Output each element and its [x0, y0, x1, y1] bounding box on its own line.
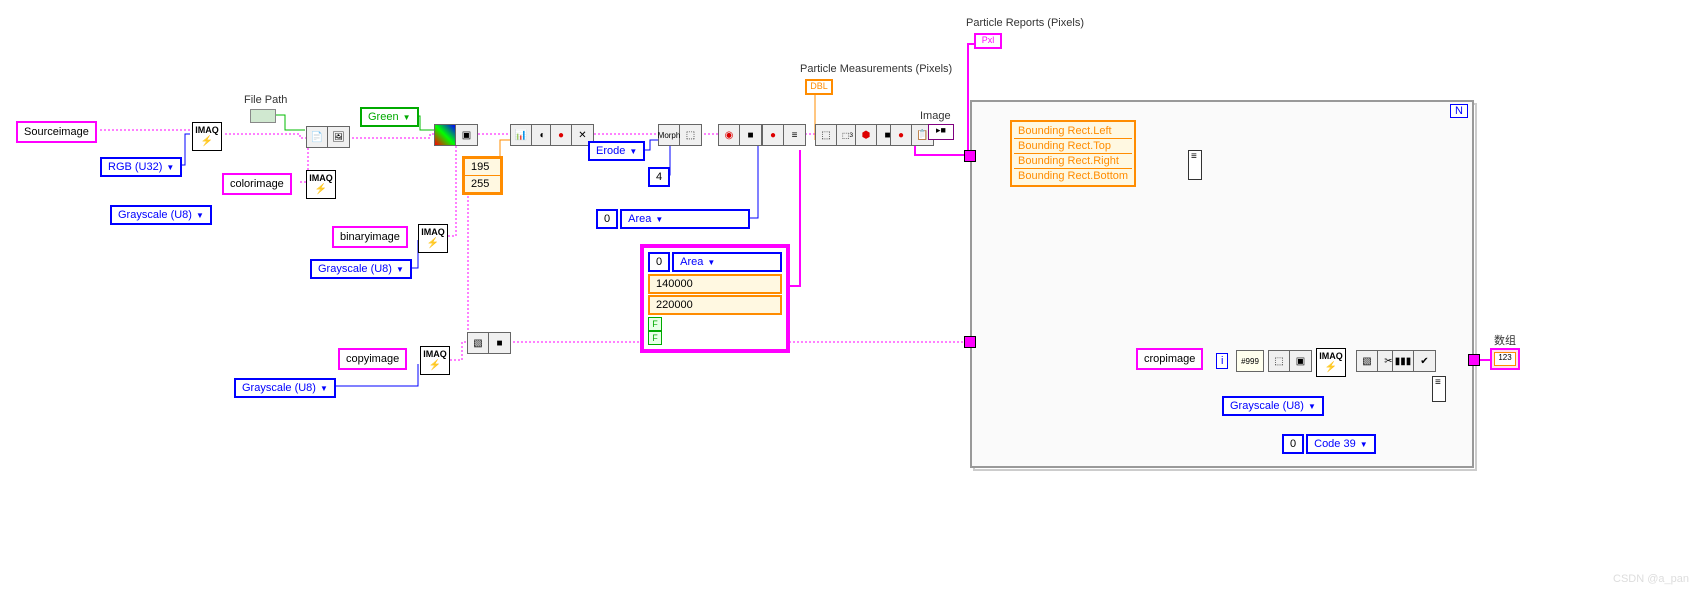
roi-out-icon: ▣ — [1290, 350, 1312, 372]
filter-lo[interactable]: 140000 — [648, 274, 782, 294]
pa-icon: ● — [762, 124, 784, 146]
color-icon — [434, 124, 456, 146]
area-idx[interactable]: 0 — [596, 209, 618, 229]
loop-i-terminal: i — [1216, 353, 1228, 369]
rect-left[interactable]: Bounding Rect.Left — [1014, 124, 1132, 139]
grayscale-select-4[interactable]: Grayscale (U8) — [1222, 396, 1324, 416]
imaq-create-1[interactable]: IMAQ⚡ — [192, 122, 222, 151]
grayscale-select-2[interactable]: Grayscale (U8) — [310, 259, 412, 279]
image-indicator: ▸■ — [928, 124, 954, 140]
area-array-control[interactable]: 0 Area — [596, 209, 750, 229]
convex-icon: ⬢ — [855, 124, 877, 146]
bundle-rect[interactable] — [1188, 150, 1202, 180]
image-icon: 🖼 — [328, 126, 350, 148]
imaq-create-crop[interactable]: IMAQ⚡ — [1316, 348, 1346, 377]
extract-plane-vi[interactable]: ▣ — [434, 124, 478, 146]
format-string-vi[interactable]: #999 — [1236, 350, 1264, 372]
loop-n-terminal: N — [1450, 104, 1468, 118]
array-indicator: 123 — [1490, 348, 1520, 370]
array-out-label: 数组 — [1494, 332, 1516, 348]
file-path-label: File Path — [244, 94, 287, 106]
particle-icon: ● — [550, 124, 572, 146]
grayscale-select-3[interactable]: Grayscale (U8) — [234, 378, 336, 398]
particle-reports-label: Particle Reports (Pixels) — [966, 17, 1084, 29]
extract-roi-vi[interactable]: ⬚ ▣ — [1268, 350, 1312, 372]
unbundle-rect[interactable]: Bounding Rect.Left Bounding Rect.Top Bou… — [1010, 120, 1136, 187]
copy-src-icon: ▧ — [467, 332, 489, 354]
particle-measurements-label: Particle Measurements (Pixels) — [800, 63, 952, 75]
image-out-label: Image — [920, 110, 951, 122]
barcode-vi[interactable]: ▮▮▮ ✔ — [1392, 350, 1436, 372]
plane-icon: ▣ — [456, 124, 478, 146]
copyimage-label[interactable]: copyimage — [338, 348, 407, 370]
imaq-create-4[interactable]: IMAQ⚡ — [420, 346, 450, 375]
imaq-create-3[interactable]: IMAQ⚡ — [418, 224, 448, 253]
read-file-vi[interactable]: 📄 🖼 — [306, 126, 350, 148]
morphology-vi[interactable]: Morph ⬚ — [658, 124, 702, 146]
watermark: CSDN @a_pan — [1613, 573, 1689, 585]
rect-bottom[interactable]: Bounding Rect.Bottom — [1014, 169, 1132, 183]
code39-select[interactable]: Code 39 — [1306, 434, 1376, 454]
hole-icon: ◉ — [718, 124, 740, 146]
file-icon: 📄 — [306, 126, 328, 148]
thresh-hi[interactable]: 255 — [465, 176, 500, 192]
morph-op-icon: ⬚ — [680, 124, 702, 146]
sourceimage-label[interactable]: Sourceimage — [16, 121, 97, 143]
erode-iters[interactable]: 4 — [648, 167, 670, 187]
filter-idx[interactable]: 0 — [648, 252, 670, 272]
barcode-icon: ▮▮▮ — [1392, 350, 1414, 372]
fill-holes-vi[interactable]: ◉ ■ — [718, 124, 762, 146]
morph-icon: Morph — [658, 124, 680, 146]
filter-flag-2[interactable]: F — [648, 331, 662, 345]
cropimage-label[interactable]: cropimage — [1136, 348, 1203, 370]
fill-icon: ■ — [740, 124, 762, 146]
copy-vi[interactable]: ▧ ■ — [467, 332, 511, 354]
build-output[interactable] — [1432, 376, 1446, 402]
rect-right[interactable]: Bounding Rect.Right — [1014, 154, 1132, 169]
tunnel-image-in — [964, 336, 976, 348]
copy-dst-icon: ■ — [489, 332, 511, 354]
setroi-icon: ▧ — [1356, 350, 1378, 372]
rgb-u32-select[interactable]: RGB (U32) — [100, 157, 182, 177]
filter-icon: ⬚ — [815, 124, 837, 146]
const3: 3 — [849, 132, 853, 139]
hist-icon: 📊 — [510, 124, 532, 146]
filter-area-select[interactable]: Area — [672, 252, 782, 272]
barcode-idx[interactable]: 0 — [1282, 434, 1304, 454]
filter-hi[interactable]: 220000 — [648, 295, 782, 315]
imaq-create-2[interactable]: IMAQ⚡ — [306, 170, 336, 199]
thresh-lo[interactable]: 195 — [465, 159, 500, 176]
tunnel-reports-in — [964, 150, 976, 162]
tunnel-out — [1468, 354, 1480, 366]
rect-top[interactable]: Bounding Rect.Top — [1014, 139, 1132, 154]
erode-select[interactable]: Erode — [588, 141, 645, 161]
filter-criteria-array[interactable]: 0 Area 140000 220000 F F — [640, 244, 790, 353]
threshold-vi[interactable]: 📊 ◐ — [510, 124, 554, 146]
particle-analysis-vi[interactable]: ● ≡ — [762, 124, 806, 146]
threshold-cluster[interactable]: 195 255 — [462, 156, 503, 195]
green-select[interactable]: Green — [360, 107, 419, 127]
file-path-control[interactable] — [250, 109, 276, 123]
area-select[interactable]: Area — [620, 209, 750, 229]
binaryimage-label[interactable]: binaryimage — [332, 226, 408, 248]
roi-icon: ⬚ — [1268, 350, 1290, 372]
report-icon: ● — [890, 124, 912, 146]
particle-filter-vi[interactable]: ⬚ ⬚3 — [815, 124, 859, 146]
grayscale-select-1[interactable]: Grayscale (U8) — [110, 205, 212, 225]
filter-flag-1[interactable]: F — [648, 317, 662, 331]
colorimage-label[interactable]: colorimage — [222, 173, 292, 195]
barcode-ok-icon: ✔ — [1414, 350, 1436, 372]
barcode-type-control[interactable]: 0 Code 39 — [1282, 434, 1376, 454]
particle-measurements-indicator: DBL — [805, 79, 833, 95]
particle-reports-indicator: Pxl — [974, 33, 1002, 49]
pa-meas-icon: ≡ — [784, 124, 806, 146]
